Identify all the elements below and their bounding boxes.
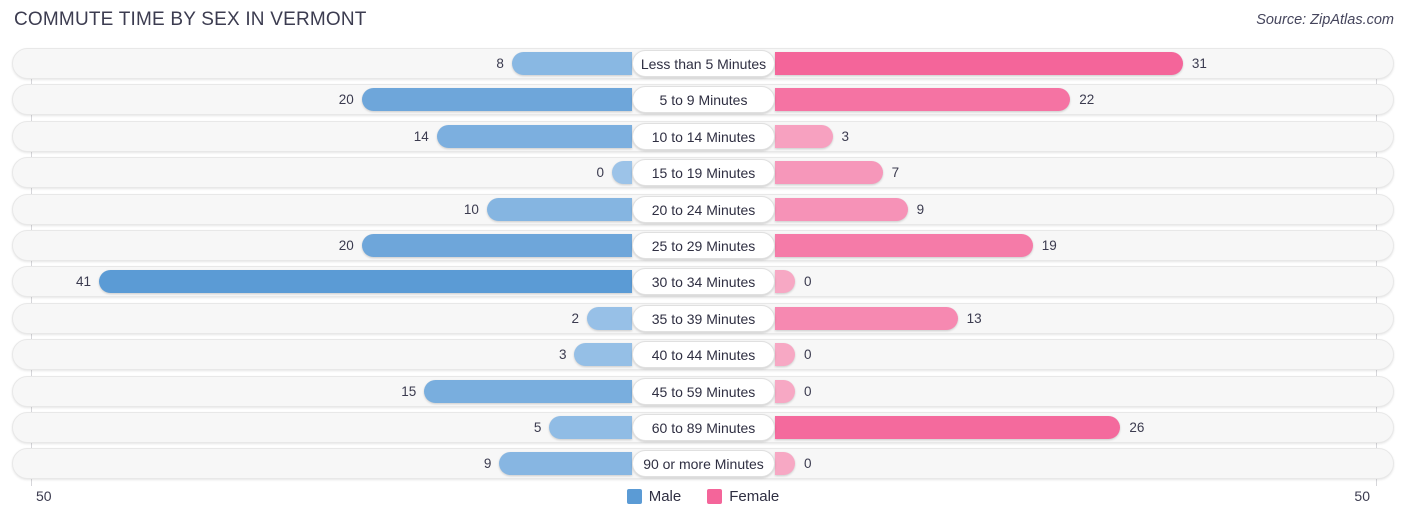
- category-label[interactable]: 30 to 34 Minutes: [632, 268, 775, 296]
- legend-label: Male: [648, 488, 682, 505]
- bar-value-female: 31: [1191, 56, 1207, 71]
- bar-value-female: 0: [804, 347, 812, 363]
- bar-value-male: 20: [338, 238, 354, 253]
- chart-row: 20 22 5 to 9 Minutes: [12, 84, 1394, 116]
- category-label[interactable]: 45 to 59 Minutes: [632, 377, 775, 405]
- bar-male[interactable]: [424, 379, 632, 403]
- legend-item-male[interactable]: Male: [626, 488, 682, 505]
- bar-value-female: 9: [916, 201, 925, 217]
- bar-value-male: 2: [571, 310, 579, 326]
- bar-male[interactable]: [486, 197, 632, 221]
- source-attribution: Source: ZipAtlas.com: [1256, 12, 1394, 28]
- chart-row: 8 31 Less than 5 Minutes: [12, 48, 1394, 79]
- category-label[interactable]: 90 or more Minutes: [632, 450, 775, 478]
- bar-value-male: 41: [75, 274, 91, 290]
- chart-row: 15 0 45 to 59 Minutes: [12, 375, 1394, 407]
- chart-row: 41 0 30 to 34 Minutes: [12, 266, 1394, 298]
- category-label[interactable]: 25 to 29 Minutes: [632, 232, 775, 259]
- legend-swatch-icon: [626, 489, 642, 504]
- bar-value-female: 0: [804, 456, 812, 472]
- bar-female[interactable]: [775, 197, 908, 221]
- chart-row: 9 0 90 or more Minutes: [12, 448, 1394, 480]
- category-label[interactable]: 5 to 9 Minutes: [632, 86, 775, 114]
- chart-row: 0 7 15 to 19 Minutes: [12, 157, 1394, 189]
- legend-item-female[interactable]: Female: [707, 488, 779, 505]
- category-label[interactable]: 60 to 89 Minutes: [632, 414, 775, 441]
- bar-value-female: 19: [1041, 238, 1057, 253]
- bar-female[interactable]: [775, 234, 1033, 257]
- category-label[interactable]: 40 to 44 Minutes: [632, 341, 775, 369]
- chart-row: 20 19 25 to 29 Minutes: [12, 230, 1394, 261]
- page-title: COMMUTE TIME BY SEX IN VERMONT: [14, 9, 367, 30]
- bar-female[interactable]: [775, 416, 1121, 439]
- bar-female[interactable]: [775, 161, 883, 185]
- bar-male[interactable]: [436, 124, 632, 148]
- category-label[interactable]: 20 to 24 Minutes: [632, 195, 775, 223]
- bar-male[interactable]: [549, 416, 632, 439]
- bar-female[interactable]: [775, 379, 795, 403]
- legend-label: Female: [729, 488, 780, 505]
- legend-swatch-icon: [707, 489, 723, 504]
- bar-male[interactable]: [612, 161, 632, 185]
- bar-value-male: 15: [401, 383, 417, 399]
- bar-male[interactable]: [574, 343, 632, 367]
- bar-value-male: 10: [463, 201, 479, 217]
- bar-value-female: 26: [1129, 420, 1145, 435]
- bar-value-female: 0: [804, 383, 812, 399]
- bar-female[interactable]: [775, 306, 958, 330]
- bar-value-male: 9: [483, 456, 492, 472]
- chart-row: 5 26 60 to 89 Minutes: [12, 412, 1394, 443]
- chart-header: COMMUTE TIME BY SEX IN VERMONT Source: Z…: [0, 0, 1406, 44]
- category-label[interactable]: Less than 5 Minutes: [632, 50, 775, 77]
- bar-value-male: 20: [338, 92, 354, 108]
- category-label[interactable]: 10 to 14 Minutes: [632, 122, 775, 150]
- bar-value-female: 3: [841, 128, 850, 144]
- bar-male[interactable]: [586, 306, 632, 330]
- chart-row: 3 0 40 to 44 Minutes: [12, 339, 1394, 371]
- chart-legend: Male Female: [0, 488, 1406, 505]
- bar-male[interactable]: [511, 52, 632, 75]
- chart-row: 2 13 35 to 39 Minutes: [12, 302, 1394, 334]
- chart-plot-area: 8 31 Less than 5 Minutes 20 22 5 to 9 Minutes…: [0, 48, 1406, 486]
- chart-footer: 50 50 Male Female: [0, 486, 1406, 522]
- bar-value-female: 0: [804, 274, 812, 290]
- bar-value-female: 22: [1079, 92, 1095, 108]
- bar-value-female: 13: [966, 310, 982, 326]
- bar-female[interactable]: [775, 124, 833, 148]
- bar-male[interactable]: [499, 452, 632, 476]
- bar-value-male: 0: [596, 165, 604, 181]
- bar-male[interactable]: [99, 270, 632, 294]
- bar-male[interactable]: [361, 234, 632, 257]
- bar-value-male: 8: [496, 56, 504, 71]
- bar-value-male: 14: [413, 128, 429, 144]
- bar-male[interactable]: [361, 88, 632, 112]
- category-label[interactable]: 15 to 19 Minutes: [632, 159, 775, 187]
- bar-female[interactable]: [775, 88, 1071, 112]
- chart-row: 10 9 20 to 24 Minutes: [12, 193, 1394, 225]
- category-label[interactable]: 35 to 39 Minutes: [632, 304, 775, 332]
- bar-female[interactable]: [775, 52, 1183, 75]
- bar-value-male: 5: [533, 420, 542, 435]
- bar-value-female: 7: [891, 165, 900, 181]
- chart-row: 14 3 10 to 14 Minutes: [12, 120, 1394, 152]
- bar-value-male: 3: [558, 347, 567, 363]
